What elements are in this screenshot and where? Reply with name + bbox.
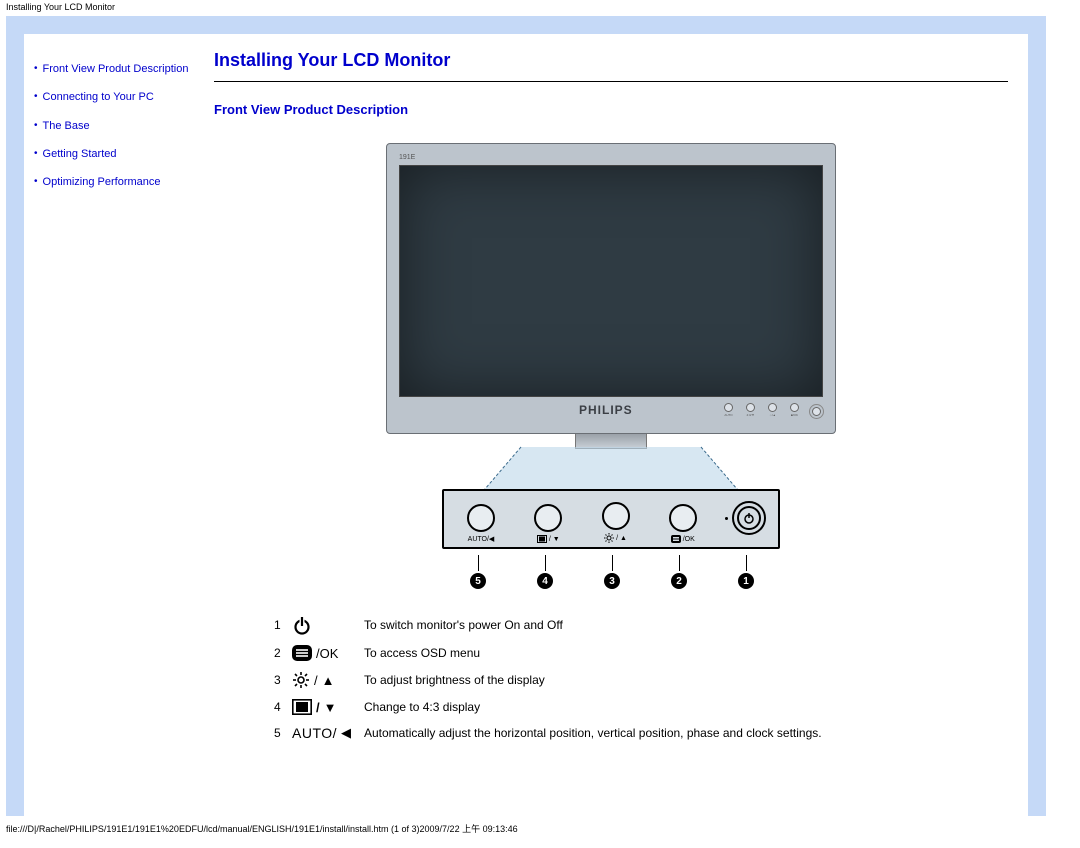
legend-row-4: 4 / ▼ Change to 4:3 display [274,699,1008,715]
brand-logo: PHILIPS [579,403,633,417]
aspect-down-icon: / ▼ [292,699,364,715]
window-title: Installing Your LCD Monitor [0,0,1080,14]
legend-table: 1 To switch monitor's power On and Off 2… [274,615,1008,741]
bezel-buttons-row: AUTO 4:3/▼ ☼/▲ ■/OK [724,403,821,417]
power-icon [743,512,755,524]
legend-text: Automatically adjust the horizontal posi… [364,726,822,740]
sidebar-item-getting-started[interactable]: • Getting Started [34,147,198,161]
legend-text: To adjust brightness of the display [364,673,545,687]
monitor-screen [399,165,823,397]
legend-text: To switch monitor's power On and Off [364,618,563,632]
sidebar-link[interactable]: The Base [43,119,90,133]
sidebar-item-the-base[interactable]: • The Base [34,119,198,133]
power-icon [292,615,364,635]
callout-1: 1 [738,555,754,589]
legend-row-2: 2 /OK To access OSD menu [274,645,1008,661]
monitor-bezel: 191E PHILIPS AUTO 4:3/▼ ☼/▲ ■/OK [386,143,836,434]
bezel-button-menu: ■/OK [790,403,799,417]
bullet-icon: • [34,90,38,104]
panel-button-brightness: / ▲ [591,502,641,543]
panel-button-aspect: / ▼ [523,504,573,543]
bezel-button-auto: AUTO [724,403,733,417]
panel-button-auto: AUTO/◀ [456,504,506,543]
callout-5: 5 [470,555,486,589]
sidebar: • Front View Produt Description • Connec… [24,34,204,816]
legend-row-1: 1 To switch monitor's power On and Off [274,615,1008,635]
brightness-up-icon: / ▲ [292,671,364,689]
sidebar-link[interactable]: Front View Produt Description [43,62,189,76]
bezel-button-aspect: 4:3/▼ [746,403,755,417]
legend-text: Change to 4:3 display [364,700,480,714]
button-panel-closeup: AUTO/◀ / ▼ / ▲ [442,489,780,549]
bezel-bottom-bar: PHILIPS AUTO 4:3/▼ ☼/▲ ■/OK [399,397,823,417]
model-label: 191E [399,154,823,165]
callout-2: 2 [671,555,687,589]
panel-button-power [725,501,766,535]
legend-text: To access OSD menu [364,646,480,660]
product-figure: 191E PHILIPS AUTO 4:3/▼ ☼/▲ ■/OK [214,143,1008,589]
bullet-icon: • [34,62,38,76]
legend-number: 2 [274,646,292,660]
content-frame: • Front View Produt Description • Connec… [6,16,1046,816]
legend-number: 3 [274,673,292,687]
auto-left-icon: AUTO/ ◀ [292,725,364,741]
sidebar-link[interactable]: Getting Started [43,147,117,161]
sidebar-item-front-view[interactable]: • Front View Produt Description [34,62,198,76]
legend-number: 4 [274,700,292,714]
panel-button-menu: /OK [658,504,708,543]
sidebar-link[interactable]: Connecting to Your PC [43,90,154,104]
bullet-icon: • [34,147,38,161]
menu-ok-icon: /OK [292,645,364,661]
legend-row-3: 3 / ▲ To adjust brightness of the displa… [274,671,1008,689]
menu-icon [671,535,681,543]
callout-row: 5 4 3 2 1 [456,555,766,589]
bullet-icon: • [34,175,38,189]
sidebar-link[interactable]: Optimizing Performance [43,175,161,189]
sidebar-item-optimizing[interactable]: • Optimizing Performance [34,175,198,189]
bezel-button-brightness: ☼/▲ [768,403,777,417]
footer-path: file:///D|/Rachel/PHILIPS/191E1/191E1%20… [0,816,1080,841]
power-led-icon [725,517,728,520]
aspect-icon [537,535,547,543]
callout-3: 3 [604,555,620,589]
monitor-illustration: 191E PHILIPS AUTO 4:3/▼ ☼/▲ ■/OK [386,143,836,449]
divider [214,81,1008,82]
brightness-icon [604,533,614,543]
bezel-button-power [812,405,821,416]
bullet-icon: • [34,119,38,133]
section-title: Front View Product Description [214,102,1008,117]
legend-number: 5 [274,726,292,740]
main-content: Installing Your LCD Monitor Front View P… [204,34,1028,816]
callout-4: 4 [537,555,553,589]
legend-row-5: 5 AUTO/ ◀ Automatically adjust the horiz… [274,725,1008,741]
page-title: Installing Your LCD Monitor [214,50,1008,71]
legend-number: 1 [274,618,292,632]
sidebar-item-connecting[interactable]: • Connecting to Your PC [34,90,198,104]
